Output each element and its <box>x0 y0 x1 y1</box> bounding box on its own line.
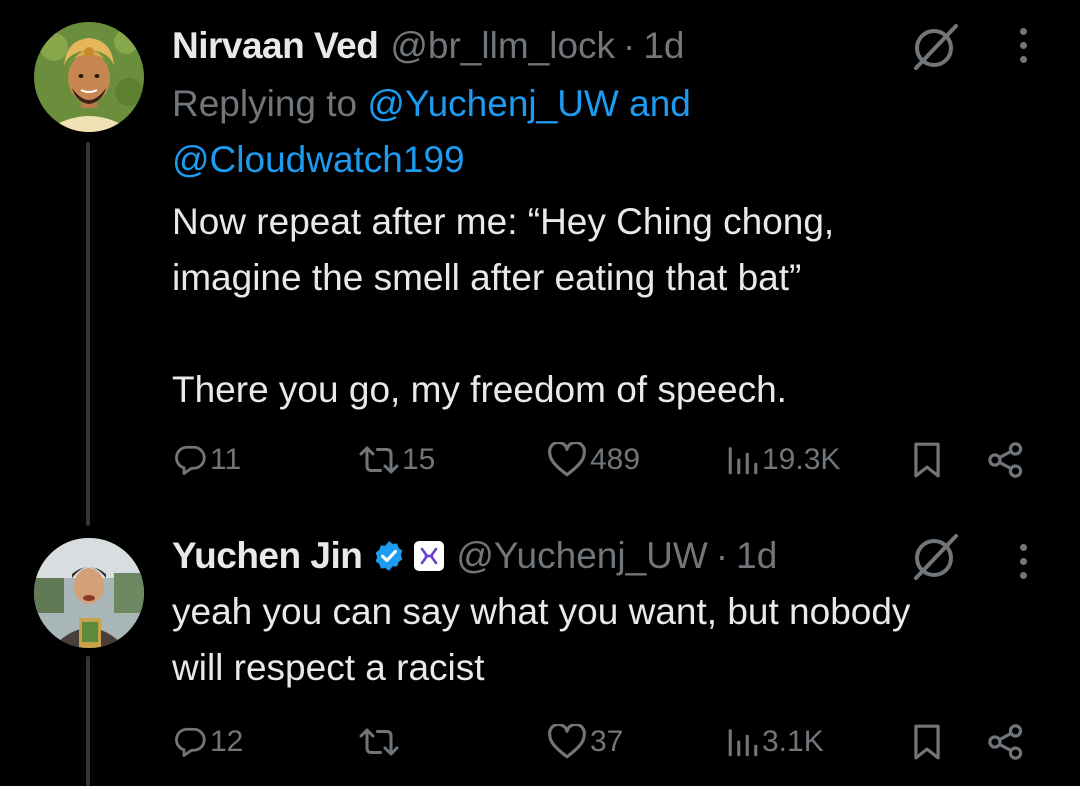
reply-icon <box>175 727 206 757</box>
user-handle[interactable]: @br_llm_lock <box>390 24 615 68</box>
heart-icon <box>548 442 586 477</box>
more-options-icon[interactable] <box>1020 28 1027 63</box>
photo-avatar-icon <box>34 538 144 648</box>
grok-icon[interactable] <box>906 532 962 587</box>
like-count: 489 <box>590 443 641 476</box>
separator-dot: · <box>623 25 636 66</box>
bookmark-icon <box>914 442 940 478</box>
replying-to: Replying to @Yuchenj_UW and @Cloudwatch1… <box>172 76 992 188</box>
views-button[interactable]: 19.3K <box>726 438 840 482</box>
tweet-text: Now repeat after me: “Hey Ching chong, i… <box>172 201 835 410</box>
share-icon <box>988 442 1023 478</box>
tweet-header: Nirvaan Ved @br_llm_lock · 1d <box>172 24 685 68</box>
hyperbolic-logo-icon[interactable] <box>414 541 445 571</box>
like-button[interactable]: 489 <box>546 438 640 482</box>
display-name[interactable]: Nirvaan Ved <box>172 24 379 68</box>
timestamp[interactable]: 1d <box>736 534 777 578</box>
like-button[interactable]: 37 <box>546 720 623 764</box>
bookmark-button[interactable] <box>910 720 944 764</box>
reply-button[interactable]: 12 <box>172 720 243 764</box>
views-icon <box>728 447 758 475</box>
like-count: 37 <box>590 725 624 758</box>
view-count: 3.1K <box>762 725 824 758</box>
mention-and[interactable]: and <box>619 83 691 124</box>
tweet-header: Yuchen Jin @Yuchenj_UW · 1d <box>172 534 777 578</box>
heart-icon <box>548 724 586 759</box>
timestamp[interactable]: 1d <box>643 24 684 68</box>
tweet-yuchen[interactable]: Yuchen Jin @Yuchenj_UW · 1d yeah you can… <box>0 520 1080 786</box>
views-button[interactable]: 3.1K <box>726 720 824 764</box>
separator-dot: · <box>715 535 729 576</box>
user-handle[interactable]: @Yuchenj_UW <box>456 534 707 578</box>
action-bar: 11 15 489 19.3K <box>172 438 1032 482</box>
reply-count: 11 <box>210 443 242 476</box>
reply-button[interactable]: 11 <box>172 438 241 482</box>
repost-icon <box>359 446 399 474</box>
more-options-icon[interactable] <box>1020 544 1027 579</box>
user-avatar[interactable] <box>34 538 144 648</box>
repost-button[interactable] <box>358 720 402 764</box>
share-icon <box>988 724 1023 760</box>
bookmark-button[interactable] <box>910 438 944 482</box>
share-button[interactable] <box>986 438 1026 482</box>
share-button[interactable] <box>986 720 1026 764</box>
replying-to-label: Replying to <box>172 83 368 124</box>
bookmark-icon <box>914 724 940 760</box>
tweet-nirvaan[interactable]: Nirvaan Ved @br_llm_lock · 1d Replying t… <box>0 0 1080 520</box>
views-icon <box>728 729 758 757</box>
verified-badge-icon <box>372 539 406 573</box>
tweet-text: yeah you can say what you want, but nobo… <box>172 591 911 688</box>
user-avatar[interactable] <box>34 22 144 132</box>
grok-icon[interactable] <box>906 22 962 77</box>
view-count: 19.3K <box>762 443 841 476</box>
mention-link[interactable]: @Cloudwatch199 <box>172 139 465 180</box>
display-name[interactable]: Yuchen Jin <box>172 534 363 578</box>
mention-link[interactable]: @Yuchenj_UW <box>367 83 618 124</box>
reply-count: 12 <box>210 725 244 758</box>
turban-man-avatar-icon <box>34 22 144 132</box>
repost-button[interactable]: 15 <box>358 438 435 482</box>
reply-icon <box>175 445 206 475</box>
action-bar: 12 37 3.1K <box>172 720 1032 764</box>
repost-count: 15 <box>402 443 436 476</box>
repost-icon <box>359 728 399 756</box>
